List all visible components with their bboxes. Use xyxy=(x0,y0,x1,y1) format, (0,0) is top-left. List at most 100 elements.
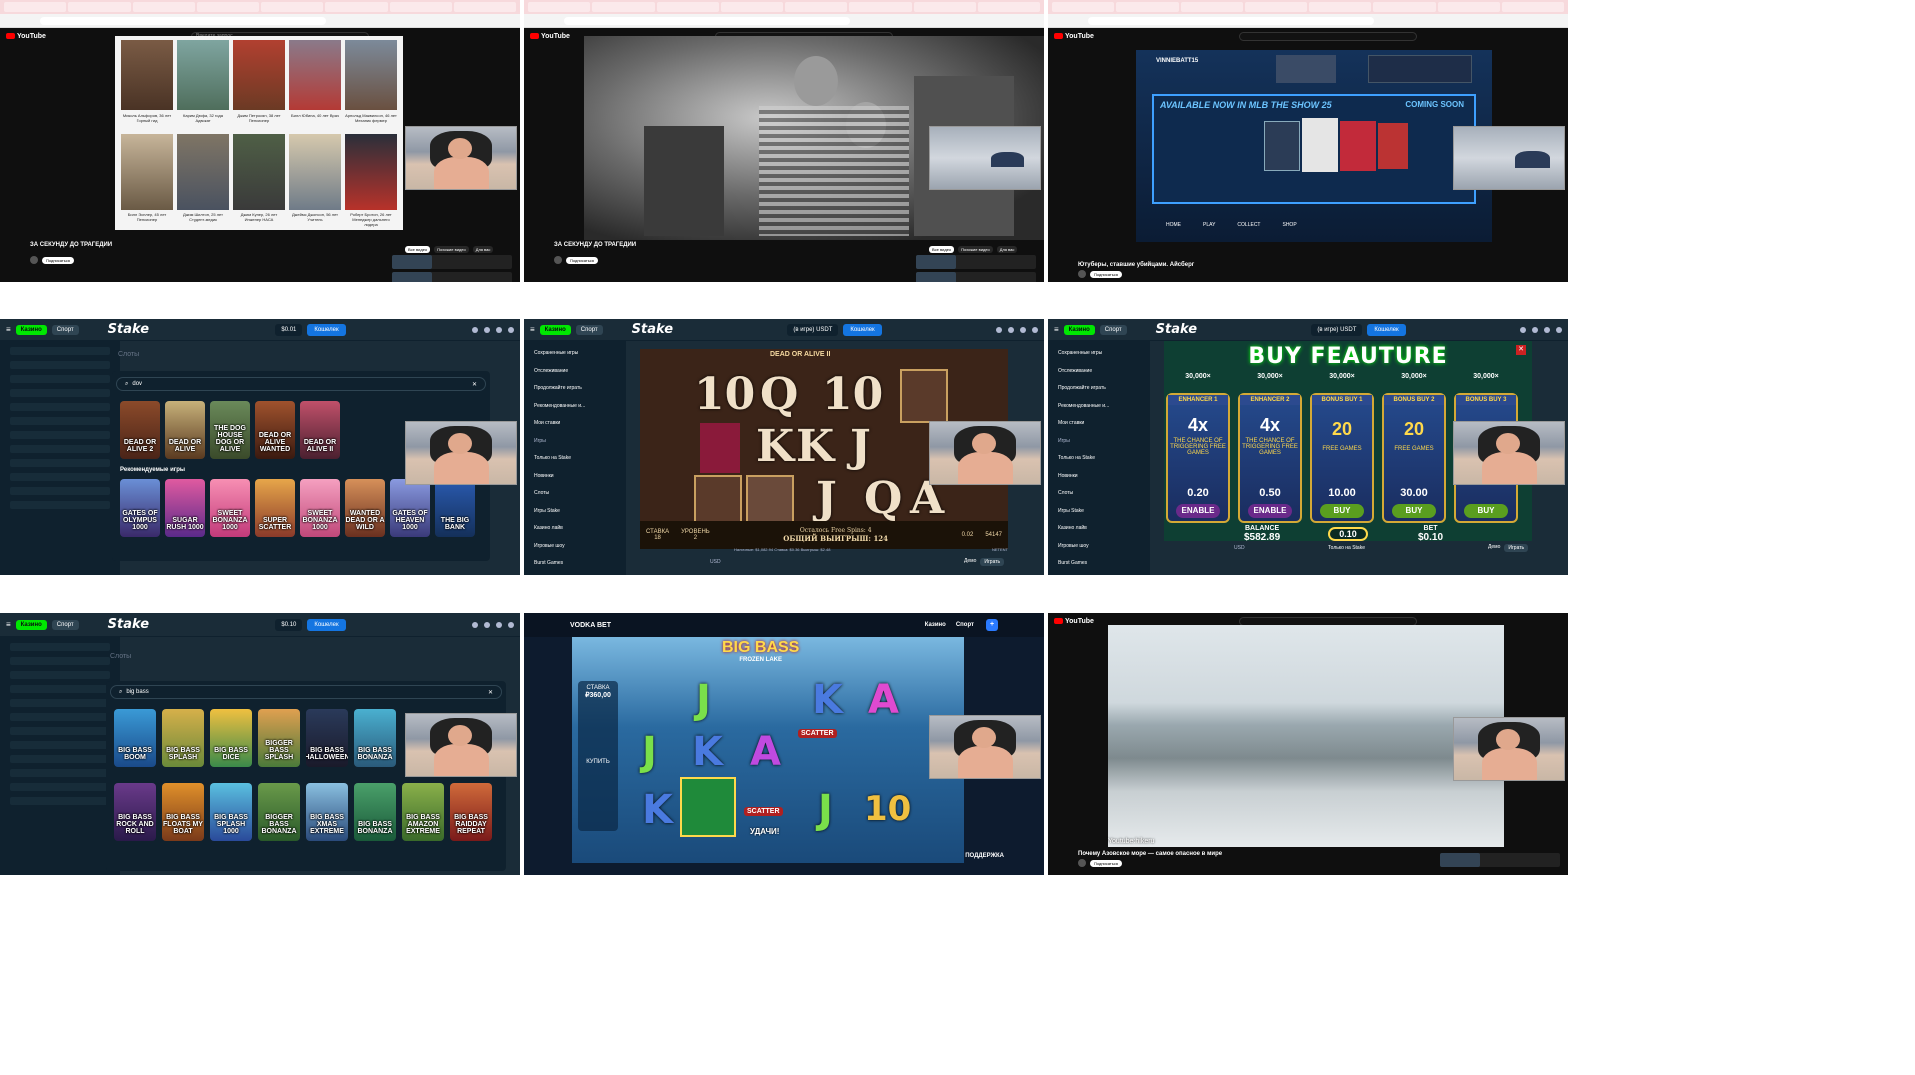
close-icon[interactable]: ✕ xyxy=(488,689,493,696)
bet-selector[interactable]: 0.10 xyxy=(1328,527,1368,541)
close-icon[interactable]: ✕ xyxy=(472,381,477,388)
tab-casino[interactable]: Казино xyxy=(15,619,47,630)
youtube-logo[interactable]: YouTube xyxy=(6,33,46,40)
menu-item[interactable]: Мои ставки xyxy=(534,415,616,433)
bell-icon[interactable] xyxy=(496,326,502,333)
menu-item[interactable]: Слоты xyxy=(1058,485,1140,503)
game-tile[interactable]: THE BIG BANK xyxy=(435,479,475,537)
close-icon[interactable]: ✕ xyxy=(1516,345,1526,355)
game-tile[interactable]: BIG BASS BOOM xyxy=(114,709,156,767)
game-tile[interactable]: GATES OF HEAVEN 1000 xyxy=(390,479,430,537)
menu-item[interactable]: Продолжайте играть xyxy=(1058,380,1140,398)
game-tile[interactable]: GATES OF OLYMPUS 1000 xyxy=(120,479,160,537)
support-button[interactable]: ПОДДЕРЖКА xyxy=(965,853,1004,859)
stake-value[interactable]: ₽360,00 xyxy=(578,691,618,699)
nav-shop[interactable]: SHOP xyxy=(1282,222,1296,228)
tab-for-you[interactable]: Для вас xyxy=(996,246,1018,253)
menu-item[interactable]: Игровые шоу xyxy=(534,538,616,556)
game-tile[interactable]: BIG BASS XMAS EXTREME xyxy=(306,783,348,841)
tab-related[interactable]: Похожие видео xyxy=(958,246,993,253)
menu-item[interactable]: Новинки xyxy=(534,468,616,486)
game-tile[interactable]: DEAD OR ALIVE WANTED xyxy=(255,401,295,459)
related-video[interactable] xyxy=(392,272,512,282)
tab-casino[interactable]: Казино xyxy=(15,324,47,335)
balance-display[interactable]: $0.10 xyxy=(275,618,303,631)
sidebar-toggle-icon[interactable] xyxy=(508,326,514,333)
game-tile[interactable]: BIGGER BASS BONANZA xyxy=(258,783,300,841)
menu-item[interactable]: Только на Stake xyxy=(1058,450,1140,468)
game-tile[interactable]: BIG BASS BONANZA xyxy=(354,783,396,841)
related-video[interactable] xyxy=(1440,853,1560,867)
search-input[interactable]: ⌕ big bass ✕ xyxy=(110,685,502,699)
enable-button[interactable]: ENABLE xyxy=(1176,504,1220,518)
vodka-logo[interactable]: VODKA BET xyxy=(570,622,611,629)
buy-button[interactable]: BUY xyxy=(1392,504,1436,518)
balance-display[interactable]: (в игре) USDT xyxy=(1311,323,1363,336)
slot-game[interactable]: BIG BASS FROZEN LAKE СТАВКА ₽360,00 КУПИТ… xyxy=(572,637,964,863)
menu-item[interactable]: Продолжайте играть xyxy=(534,380,616,398)
menu-icon[interactable]: ≡ xyxy=(6,620,11,629)
game-tile[interactable]: THE DOG HOUSE DOG OR ALIVE xyxy=(210,401,250,459)
demo-button[interactable]: Демо xyxy=(964,558,976,566)
nav-sport[interactable]: Спорт xyxy=(956,622,974,628)
menu-item[interactable]: Отслеживание xyxy=(534,363,616,381)
wallet-button[interactable]: Кошелек xyxy=(307,618,346,631)
menu-icon[interactable]: ≡ xyxy=(1054,325,1059,334)
menu-item[interactable]: Новинки xyxy=(1058,468,1140,486)
game-tile[interactable]: DEAD OR ALIVE xyxy=(165,401,205,459)
stake-logo[interactable]: Stake xyxy=(632,322,673,337)
sidebar-toggle-icon[interactable] xyxy=(508,621,514,628)
menu-item[interactable]: Отслеживание xyxy=(1058,363,1140,381)
browser-tabs[interactable] xyxy=(524,0,1044,14)
youtube-logo[interactable]: YouTube xyxy=(1054,33,1094,40)
tab-sport[interactable]: Спорт xyxy=(51,324,79,335)
game-tile[interactable]: SWEET BONANZA 1000 xyxy=(300,479,340,537)
address-bar[interactable] xyxy=(1048,14,1568,28)
user-icon[interactable] xyxy=(484,326,490,333)
enable-button[interactable]: ENABLE xyxy=(1248,504,1292,518)
tab-for-you[interactable]: Для вас xyxy=(472,246,494,253)
tab-casino[interactable]: Казино xyxy=(539,324,571,335)
address-bar[interactable] xyxy=(524,14,1044,28)
browser-tabs[interactable] xyxy=(0,0,520,14)
tab-sport[interactable]: Спорт xyxy=(575,324,603,335)
menu-item[interactable]: Мои ставки xyxy=(1058,415,1140,433)
menu-item[interactable]: Сохраненные игры xyxy=(1058,345,1140,363)
menu-item[interactable]: Рекомендованные и... xyxy=(1058,398,1140,416)
game-tile[interactable]: BIG BASS RAIDDAY REPEAT xyxy=(450,783,492,841)
menu-icon[interactable]: ≡ xyxy=(530,325,535,334)
subscribe-button[interactable]: Подписаться xyxy=(42,256,74,264)
menu-icon[interactable]: ≡ xyxy=(6,325,11,334)
wallet-button[interactable]: Кошелек xyxy=(1367,323,1406,336)
bell-icon[interactable] xyxy=(1544,326,1550,333)
game-tile[interactable]: BIG BASS FLOATS MY BOAT xyxy=(162,783,204,841)
youtube-logo[interactable]: YouTube xyxy=(1054,618,1094,625)
balance-display[interactable]: (в игре) USDT xyxy=(787,323,839,336)
video-frame[interactable]: VINNIEBATT15 AVAILABLE NOW IN MLB THE SH… xyxy=(1136,50,1492,242)
play-button[interactable]: Играть xyxy=(1504,544,1529,552)
game-tile[interactable]: SWEET BONANZA 1000 xyxy=(210,479,250,537)
subscribe-button[interactable]: Подписаться xyxy=(566,256,598,264)
menu-item[interactable]: Сохраненные игры xyxy=(534,345,616,363)
demo-button[interactable]: Демо xyxy=(1488,544,1500,552)
menu-item[interactable]: Рекомендованные и... xyxy=(534,398,616,416)
search-input[interactable] xyxy=(1239,31,1417,41)
browser-tabs[interactable] xyxy=(1048,0,1568,14)
video-frame[interactable]: Миколь Альфоров, 36 лет Горный гид Карим… xyxy=(115,36,403,230)
related-video[interactable] xyxy=(392,255,512,269)
stake-logo[interactable]: Stake xyxy=(108,617,149,632)
menu-item[interactable]: Игры Stake xyxy=(534,503,616,521)
nav-casino[interactable]: Казино xyxy=(925,622,946,628)
game-tile[interactable]: WANTED DEAD OR A WILD xyxy=(345,479,385,537)
avatar[interactable] xyxy=(30,256,38,264)
game-tile[interactable]: BIG BASS HALLOWEEN xyxy=(306,709,348,767)
game-tile[interactable]: BIGGER BASS SPLASH xyxy=(258,709,300,767)
search-icon[interactable] xyxy=(472,621,478,628)
avatar[interactable] xyxy=(554,256,562,264)
subscribe-button[interactable]: Подписаться xyxy=(1090,859,1122,867)
game-tile[interactable]: BIG BASS BONANZA xyxy=(354,709,396,767)
buy-button[interactable]: BUY xyxy=(1464,504,1508,518)
play-button[interactable]: Играть xyxy=(980,558,1005,566)
buy-button[interactable]: BUY xyxy=(1320,504,1364,518)
search-icon[interactable] xyxy=(472,326,478,333)
